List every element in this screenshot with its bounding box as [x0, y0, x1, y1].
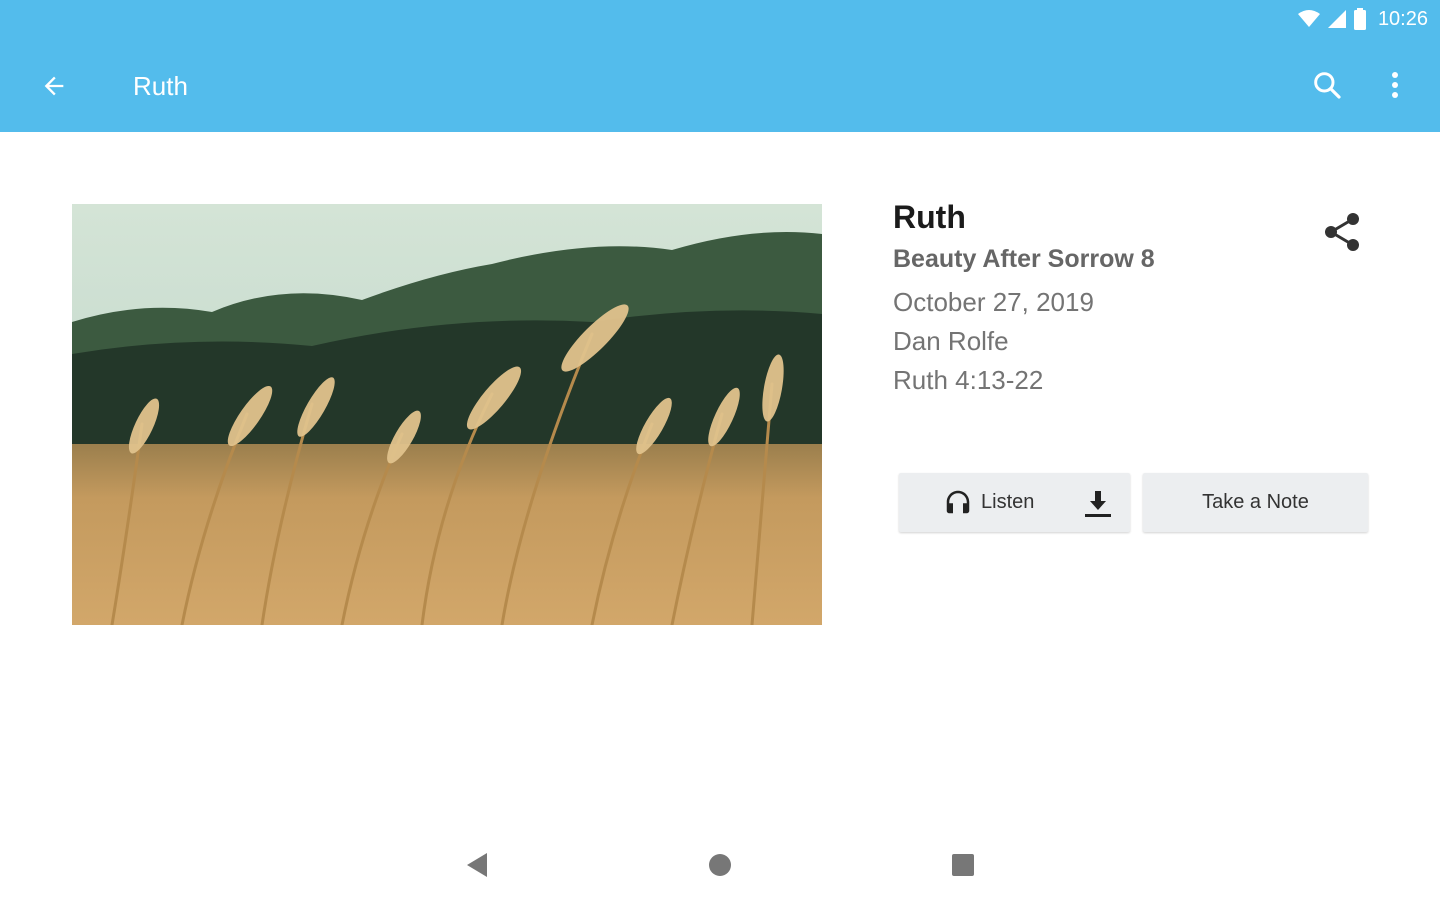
share-button[interactable]: [1318, 208, 1366, 256]
system-navigation-bar: [0, 830, 1440, 900]
cell-signal-icon: [1327, 10, 1346, 28]
sermon-date: October 27, 2019: [893, 287, 1094, 317]
wifi-icon: [1297, 10, 1320, 27]
download-icon[interactable]: [1081, 487, 1115, 519]
sermon-title: Beauty After Sorrow 8: [893, 245, 1155, 273]
status-bar: 10:26: [1297, 6, 1428, 32]
share-icon: [1325, 213, 1359, 251]
listen-label: Listen: [981, 491, 1035, 513]
search-icon: [1314, 72, 1341, 99]
nav-home-icon: [709, 854, 731, 876]
nav-recents-button[interactable]: [940, 842, 986, 888]
sermon-passage: Ruth 4:13-22: [893, 365, 1044, 395]
headphones-icon: [946, 490, 970, 514]
search-button[interactable]: [1306, 64, 1348, 106]
take-note-label: Take a Note: [1202, 491, 1309, 513]
status-time: 10:26: [1377, 7, 1428, 30]
more-options-button[interactable]: [1376, 64, 1414, 106]
arrow-back-icon: [44, 76, 64, 96]
more-vertical-icon: [1392, 72, 1398, 98]
nav-recents-icon: [952, 854, 974, 876]
sermon-series: Ruth: [893, 199, 966, 235]
sermon-speaker: Dan Rolfe: [893, 326, 1009, 356]
nav-home-button[interactable]: [697, 842, 743, 888]
sermon-details: Ruth Beauty After Sorrow 8 October 27, 2…: [893, 196, 1313, 400]
sermon-artwork: [72, 204, 822, 625]
page-title: Ruth: [133, 71, 188, 101]
app-bar: 10:26 Ruth: [0, 0, 1440, 132]
battery-icon: [1353, 8, 1366, 30]
listen-button[interactable]: Listen: [899, 473, 1130, 532]
take-note-button[interactable]: Take a Note: [1143, 473, 1368, 532]
nav-back-button[interactable]: [454, 842, 500, 888]
back-button[interactable]: [34, 66, 74, 106]
nav-back-icon: [467, 853, 487, 877]
